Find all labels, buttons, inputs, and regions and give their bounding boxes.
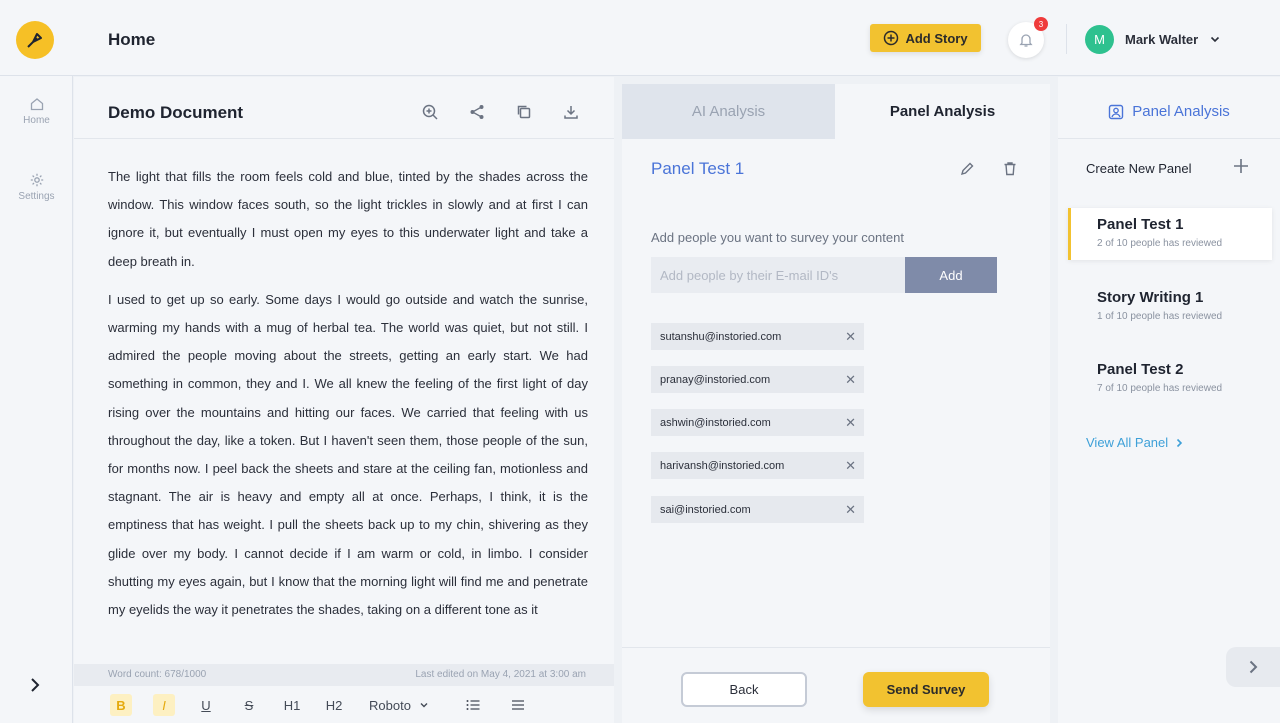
last-edited: Last edited on May 4, 2021 at 3:00 am xyxy=(415,669,586,680)
zoom-icon[interactable] xyxy=(421,103,439,121)
bullet-list-button[interactable] xyxy=(507,694,529,716)
chevron-down-icon xyxy=(420,703,428,708)
chevron-right-icon xyxy=(1177,438,1183,447)
email-chip-text: ashwin@instoried.com xyxy=(660,417,771,429)
bell-icon xyxy=(1019,34,1033,47)
close-icon[interactable]: ✕ xyxy=(845,372,856,388)
close-icon[interactable]: ✕ xyxy=(845,329,856,345)
panel-item-name: Panel Test 1 xyxy=(1097,216,1184,233)
email-chip-text: sutanshu@instoried.com xyxy=(660,331,782,343)
italic-button[interactable]: I xyxy=(153,694,175,716)
document-header: Demo Document xyxy=(74,77,614,139)
page-title: Home xyxy=(108,30,156,49)
close-icon[interactable]: ✕ xyxy=(845,458,856,474)
panel-list-item[interactable]: Panel Test 1 2 of 10 people has reviewed xyxy=(1068,208,1272,260)
divider xyxy=(622,647,1050,648)
format-toolbar: B I U S H1 H2 Roboto xyxy=(74,686,614,723)
nav-settings-label: Settings xyxy=(18,191,55,202)
panel-item-status: 2 of 10 people has reviewed xyxy=(1097,238,1223,249)
font-select-value: Roboto xyxy=(369,697,411,713)
panel-item-name: Story Writing 1 xyxy=(1097,289,1204,306)
add-people-label: Add people you want to survey your conte… xyxy=(651,230,904,245)
numbered-list-button[interactable] xyxy=(462,694,484,716)
email-chip: sai@instoried.com ✕ xyxy=(651,496,864,523)
add-story-button[interactable]: Add Story xyxy=(870,24,981,52)
avatar[interactable]: M xyxy=(1085,25,1114,54)
email-chip-text: sai@instoried.com xyxy=(660,504,751,516)
bold-button[interactable]: B xyxy=(110,694,132,716)
chevron-down-icon[interactable] xyxy=(1209,33,1221,45)
user-square-icon xyxy=(1109,104,1124,119)
bullet-list-icon xyxy=(512,700,524,710)
email-chip-text: pranay@instoried.com xyxy=(660,374,771,386)
user-name[interactable]: Mark Walter xyxy=(1125,32,1198,47)
heading2-button[interactable]: H2 xyxy=(323,694,345,716)
document-paragraph: I used to get up so early. Some days I w… xyxy=(108,291,588,618)
document-status-bar: Word count: 678/1000 Last edited on May … xyxy=(74,664,614,686)
logo-pen-icon[interactable] xyxy=(16,21,54,59)
tab-panel-analysis[interactable]: Panel Analysis xyxy=(835,84,1050,139)
nav-item-settings[interactable]: Settings xyxy=(0,172,73,202)
create-panel-label[interactable]: Create New Panel xyxy=(1086,161,1192,176)
notification-count-badge: 3 xyxy=(1034,17,1048,31)
word-count: Word count: 678/1000 xyxy=(108,669,207,680)
panel-title: Panel Test 1 xyxy=(651,159,745,178)
email-chip-text: harivansh@instoried.com xyxy=(660,460,785,472)
add-story-label: Add Story xyxy=(905,30,968,46)
document-panel: Demo Document The light that fills the r… xyxy=(74,77,614,723)
view-all-panels-link[interactable]: View All Panel xyxy=(1086,435,1184,450)
left-nav: Home Settings xyxy=(0,76,73,723)
plus-circle-icon xyxy=(884,30,899,46)
panel-sidebar-header: Panel Analysis xyxy=(1058,77,1280,139)
top-bar: Home Add Story 3 M Mark Walter xyxy=(0,0,1280,76)
email-chip: harivansh@instoried.com ✕ xyxy=(651,452,864,479)
copy-icon[interactable] xyxy=(515,103,533,121)
nav-item-home[interactable]: Home xyxy=(0,96,73,126)
analysis-panel: AI Analysis Panel Analysis Panel Test 1 … xyxy=(622,84,1050,723)
font-select[interactable]: Roboto xyxy=(369,694,429,716)
view-all-label: View All Panel xyxy=(1086,435,1169,450)
nav-home-label: Home xyxy=(23,115,50,126)
document-body[interactable]: The light that fills the room feels cold… xyxy=(108,163,588,634)
tab-ai-analysis[interactable]: AI Analysis xyxy=(622,84,835,139)
chevron-right-icon xyxy=(1249,660,1258,674)
panel-item-status: 1 of 10 people has reviewed xyxy=(1097,311,1223,322)
document-title: Demo Document xyxy=(108,103,244,122)
underline-button[interactable]: U xyxy=(195,694,217,716)
panel-sidebar-title: Panel Analysis xyxy=(1132,103,1230,120)
share-icon[interactable] xyxy=(468,103,486,121)
panel-list-item[interactable]: Story Writing 1 1 of 10 people has revie… xyxy=(1068,281,1272,333)
gear-icon xyxy=(30,173,43,187)
back-button[interactable]: Back xyxy=(681,672,807,707)
numbered-list-icon xyxy=(466,700,480,710)
email-chip: sutanshu@instoried.com ✕ xyxy=(651,323,864,350)
panel-sidebar: Panel Analysis Create New Panel Panel Te… xyxy=(1058,77,1280,723)
email-chip: pranay@instoried.com ✕ xyxy=(651,366,864,393)
download-icon[interactable] xyxy=(562,103,580,121)
send-survey-button[interactable]: Send Survey xyxy=(863,672,989,707)
email-chip: ashwin@instoried.com ✕ xyxy=(651,409,864,436)
pencil-icon[interactable] xyxy=(959,161,975,177)
heading1-button[interactable]: H1 xyxy=(281,694,303,716)
plus-icon[interactable] xyxy=(1232,157,1250,175)
panel-item-status: 7 of 10 people has reviewed xyxy=(1097,383,1223,394)
chevron-right-icon[interactable] xyxy=(28,676,42,694)
next-button[interactable] xyxy=(1226,647,1280,687)
close-icon[interactable]: ✕ xyxy=(845,415,856,431)
panel-list-item[interactable]: Panel Test 2 7 of 10 people has reviewed xyxy=(1068,353,1272,405)
add-email-button[interactable]: Add xyxy=(905,257,997,293)
email-input[interactable] xyxy=(651,257,905,293)
document-paragraph: The light that fills the room feels cold… xyxy=(108,169,588,269)
trash-icon[interactable] xyxy=(1002,160,1018,177)
panel-item-name: Panel Test 2 xyxy=(1097,361,1184,378)
divider xyxy=(1066,24,1067,54)
strikethrough-button[interactable]: S xyxy=(238,694,260,716)
home-icon xyxy=(30,98,43,111)
close-icon[interactable]: ✕ xyxy=(845,502,856,518)
